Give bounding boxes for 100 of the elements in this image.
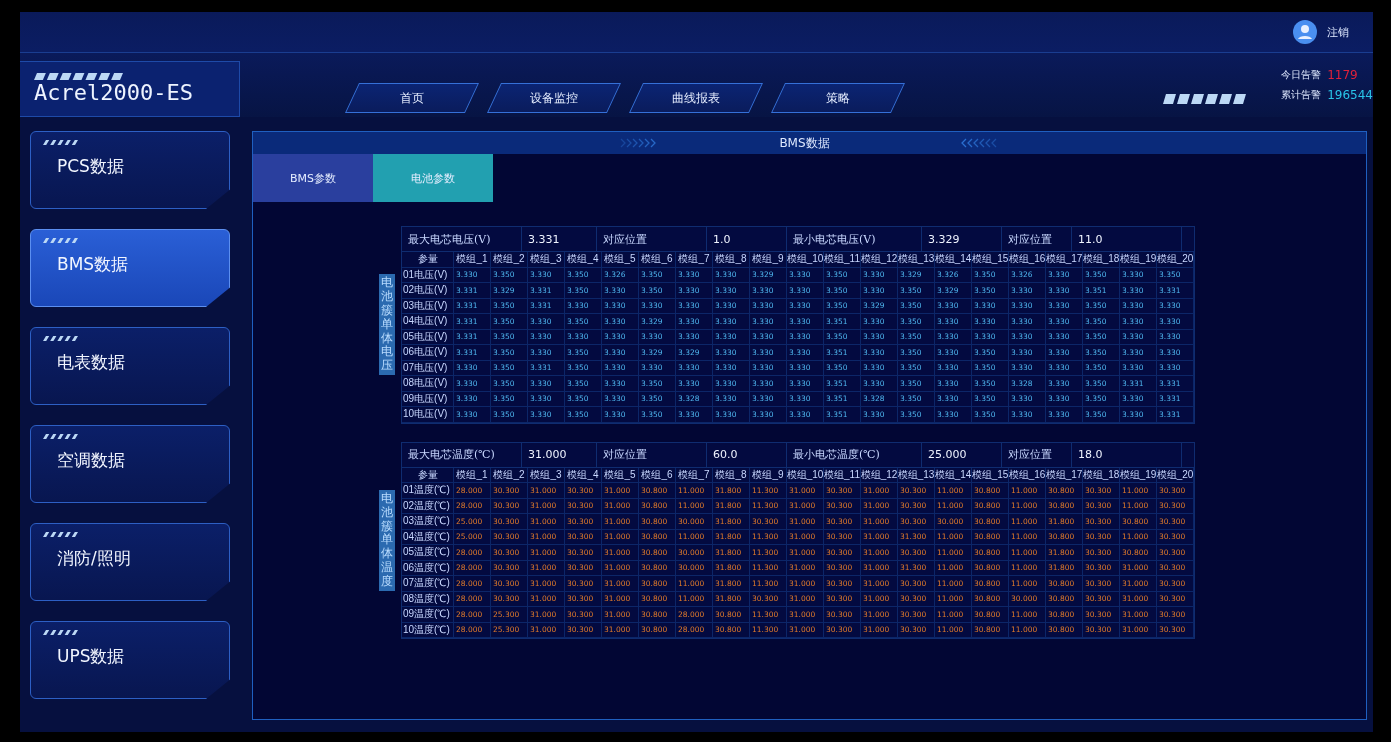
row-label: 06温度(℃) (402, 560, 454, 576)
sidebar-item[interactable]: 消防/照明 (30, 523, 230, 601)
tab[interactable]: BMS参数 (253, 154, 373, 202)
stripes-icon (43, 434, 79, 439)
column-header: 模组_6 (639, 467, 676, 483)
column-header: 模组_16 (1009, 252, 1046, 268)
column-header: 模组_10 (787, 467, 824, 483)
column-header: 模组_2 (491, 252, 528, 268)
stripes-icon (43, 140, 79, 145)
alarm-label: 今日告警 (1281, 68, 1322, 82)
alarm-label: 累计告警 (1281, 88, 1322, 102)
column-header: 模组_18 (1083, 467, 1120, 483)
column-header: 模组_15 (972, 252, 1009, 268)
column-header: 模组_3 (528, 252, 565, 268)
summary-label: 最小电芯温度(℃) (787, 442, 922, 467)
logout-link[interactable]: 注销 (1327, 24, 1349, 40)
stripes-icon (34, 73, 124, 80)
stripes-icon (43, 238, 79, 243)
column-header: 模组_20 (1157, 467, 1194, 483)
summary-label: 对应位置 (1002, 227, 1072, 251)
nav-tab[interactable]: 策略 (771, 83, 905, 113)
column-header: 模组_7 (676, 467, 713, 483)
row-label: 03电压(V) (402, 298, 454, 314)
column-header: 模组_6 (639, 252, 676, 268)
row-label: 08电压(V) (402, 376, 454, 392)
side-label: 电池簇单体温度 (379, 489, 395, 591)
column-header: 模组_14 (935, 252, 972, 268)
row-label: 09温度(℃) (402, 607, 454, 623)
row-label: 02温度(℃) (402, 498, 454, 514)
column-header: 模组_14 (935, 467, 972, 483)
alarm-count: 196544 (1327, 88, 1373, 102)
summary-value: 18.0 (1072, 442, 1182, 467)
summary-label: 最大电芯电压(V) (402, 227, 522, 251)
column-header: 模组_17 (1046, 252, 1083, 268)
column-header: 模组_20 (1157, 252, 1194, 268)
row-label: 05电压(V) (402, 329, 454, 345)
column-header: 模组_7 (676, 252, 713, 268)
summary-label: 对应位置 (597, 442, 707, 467)
column-header: 模组_9 (750, 467, 787, 483)
row-label: 05温度(℃) (402, 545, 454, 561)
row-label: 10电压(V) (402, 407, 454, 423)
column-header: 模组_5 (602, 252, 639, 268)
row-label: 06电压(V) (402, 345, 454, 361)
column-header: 模组_4 (565, 252, 602, 268)
column-header: 模组_19 (1120, 467, 1157, 483)
column-header: 模组_1 (454, 467, 491, 483)
column-header: 模组_13 (898, 252, 935, 268)
side-label: 电池簇单体电压 (379, 274, 395, 376)
column-header: 模组_15 (972, 467, 1009, 483)
column-header: 模组_5 (602, 467, 639, 483)
summary-value: 25.000 (922, 442, 1002, 467)
logo: Acrel2000-ES (34, 80, 194, 105)
column-header: 模组_2 (491, 467, 528, 483)
summary-value: 60.0 (707, 442, 787, 467)
column-header: 参量 (402, 467, 454, 483)
stripes-icon (43, 336, 79, 341)
stripes-icon (43, 532, 79, 537)
column-header: 模组_12 (861, 467, 898, 483)
sidebar-item[interactable]: 电表数据 (30, 327, 230, 405)
summary-value: 1.0 (707, 227, 787, 251)
row-label: 04温度(℃) (402, 529, 454, 545)
column-header: 模组_19 (1120, 252, 1157, 268)
column-header: 模组_17 (1046, 467, 1083, 483)
nav-tab[interactable]: 首页 (345, 83, 479, 113)
stripes-icon (43, 630, 79, 635)
column-header: 模组_10 (787, 252, 824, 268)
row-label: 10温度(℃) (402, 622, 454, 638)
column-header: 参量 (402, 252, 454, 268)
column-header: 模组_4 (565, 467, 602, 483)
row-label: 09电压(V) (402, 391, 454, 407)
row-label: 08温度(℃) (402, 591, 454, 607)
column-header: 模组_8 (713, 252, 750, 268)
column-header: 模组_8 (713, 467, 750, 483)
summary-label: 对应位置 (597, 227, 707, 251)
row-label: 04电压(V) (402, 314, 454, 330)
row-label: 01温度(℃) (402, 483, 454, 499)
summary-label: 对应位置 (1002, 442, 1072, 467)
sidebar-item[interactable]: PCS数据 (30, 131, 230, 209)
column-header: 模组_1 (454, 252, 491, 268)
row-label: 03温度(℃) (402, 514, 454, 530)
column-header: 模组_12 (861, 252, 898, 268)
panel-title: BMS数据 (779, 134, 830, 152)
row-label: 07电压(V) (402, 360, 454, 376)
sidebar-item[interactable]: BMS数据 (30, 229, 230, 307)
column-header: 模组_16 (1009, 467, 1046, 483)
summary-label: 最大电芯温度(℃) (402, 442, 522, 467)
column-header: 模组_9 (750, 252, 787, 268)
row-label: 02电压(V) (402, 283, 454, 299)
nav-tab[interactable]: 设备监控 (487, 83, 621, 113)
sidebar-item[interactable]: 空调数据 (30, 425, 230, 503)
avatar-icon[interactable] (1293, 20, 1317, 44)
stripes-icon (1163, 93, 1248, 104)
row-label: 01电压(V) (402, 267, 454, 283)
sidebar-item[interactable]: UPS数据 (30, 621, 230, 699)
summary-value: 3.329 (922, 227, 1002, 251)
column-header: 模组_11 (824, 467, 861, 483)
alarm-count: 1179 (1327, 68, 1358, 82)
summary-value: 31.000 (522, 442, 597, 467)
column-header: 模组_11 (824, 252, 861, 268)
nav-tab[interactable]: 曲线报表 (629, 83, 763, 113)
